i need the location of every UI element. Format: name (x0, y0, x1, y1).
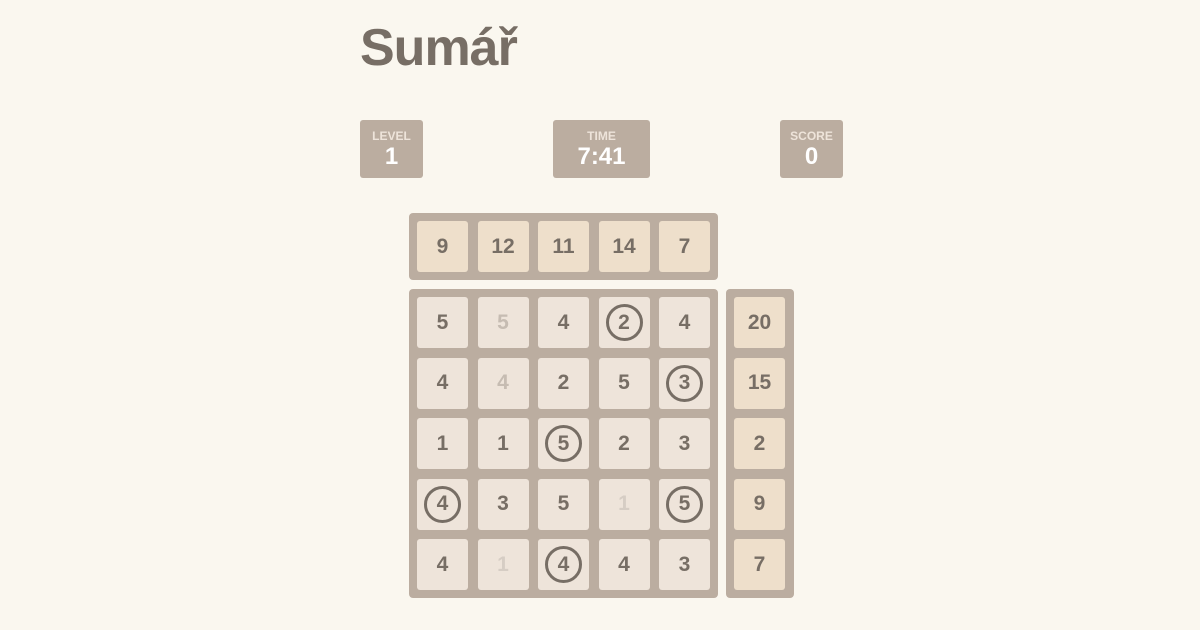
column-targets-panel: 9 12 11 14 7 (409, 213, 718, 280)
row-targets-panel: 20 15 2 9 7 (726, 289, 794, 598)
selected-circle: 4 (545, 546, 582, 583)
grid-cell-r5c5[interactable]: 3 (659, 539, 710, 590)
row-target-5: 7 (734, 539, 785, 590)
grid-cell-r5c3[interactable]: 4 (538, 539, 589, 590)
grid-cell-r1c3[interactable]: 4 (538, 297, 589, 348)
column-target-1: 9 (417, 221, 468, 272)
score-box: SCORE 0 (780, 120, 843, 178)
grid-cell-r3c5[interactable]: 3 (659, 418, 710, 469)
grid-cell-r2c1[interactable]: 4 (417, 357, 468, 409)
selected-circle: 5 (666, 485, 703, 523)
grid-cell-r2c2[interactable]: 4 (477, 357, 529, 409)
timer-label: TIME (587, 129, 616, 143)
timer-value: 7:41 (577, 143, 626, 170)
level-value: 1 (384, 143, 399, 170)
grid-cell-r3c4[interactable]: 2 (598, 418, 650, 469)
grid-cell-r1c2[interactable]: 5 (477, 297, 529, 348)
grid-cell-r1c5[interactable]: 4 (659, 297, 710, 348)
grid-cell-r1c1[interactable]: 5 (417, 297, 468, 348)
row-target-3: 2 (734, 418, 785, 469)
row-target-2: 15 (734, 357, 785, 409)
grid-cell-r3c2[interactable]: 1 (477, 418, 529, 469)
level-label: LEVEL (372, 129, 411, 143)
grid-cell-r5c2[interactable]: 1 (477, 539, 529, 590)
grid-cell-r4c4[interactable]: 1 (598, 478, 650, 530)
game-title: Sumář (360, 19, 518, 77)
grid-cell-r2c5[interactable]: 3 (659, 357, 710, 409)
selected-circle: 5 (545, 425, 582, 462)
grid-cell-r2c4[interactable]: 5 (598, 357, 650, 409)
column-target-2: 12 (477, 221, 529, 272)
number-grid: 5542444253115234351541443 (409, 289, 718, 598)
selected-circle: 3 (666, 364, 703, 402)
selected-circle: 2 (605, 304, 643, 341)
grid-cell-r3c3[interactable]: 5 (538, 418, 589, 469)
grid-cell-r4c5[interactable]: 5 (659, 478, 710, 530)
column-target-4: 14 (598, 221, 650, 272)
grid-cell-r1c4[interactable]: 2 (598, 297, 650, 348)
grid-cell-r5c4[interactable]: 4 (598, 539, 650, 590)
score-label: SCORE (790, 129, 833, 143)
grid-cell-r2c3[interactable]: 2 (538, 357, 589, 409)
row-target-1: 20 (734, 297, 785, 348)
grid-cell-r3c1[interactable]: 1 (417, 418, 468, 469)
grid-cell-r4c2[interactable]: 3 (477, 478, 529, 530)
level-box: LEVEL 1 (360, 120, 423, 178)
row-target-4: 9 (734, 478, 785, 530)
grid-cell-r4c3[interactable]: 5 (538, 478, 589, 530)
selected-circle: 4 (424, 485, 461, 523)
column-target-3: 11 (538, 221, 589, 272)
grid-cell-r4c1[interactable]: 4 (417, 478, 468, 530)
grid-cell-r5c1[interactable]: 4 (417, 539, 468, 590)
column-target-5: 7 (659, 221, 710, 272)
score-value: 0 (804, 143, 819, 170)
timer-box: TIME 7:41 (553, 120, 650, 178)
